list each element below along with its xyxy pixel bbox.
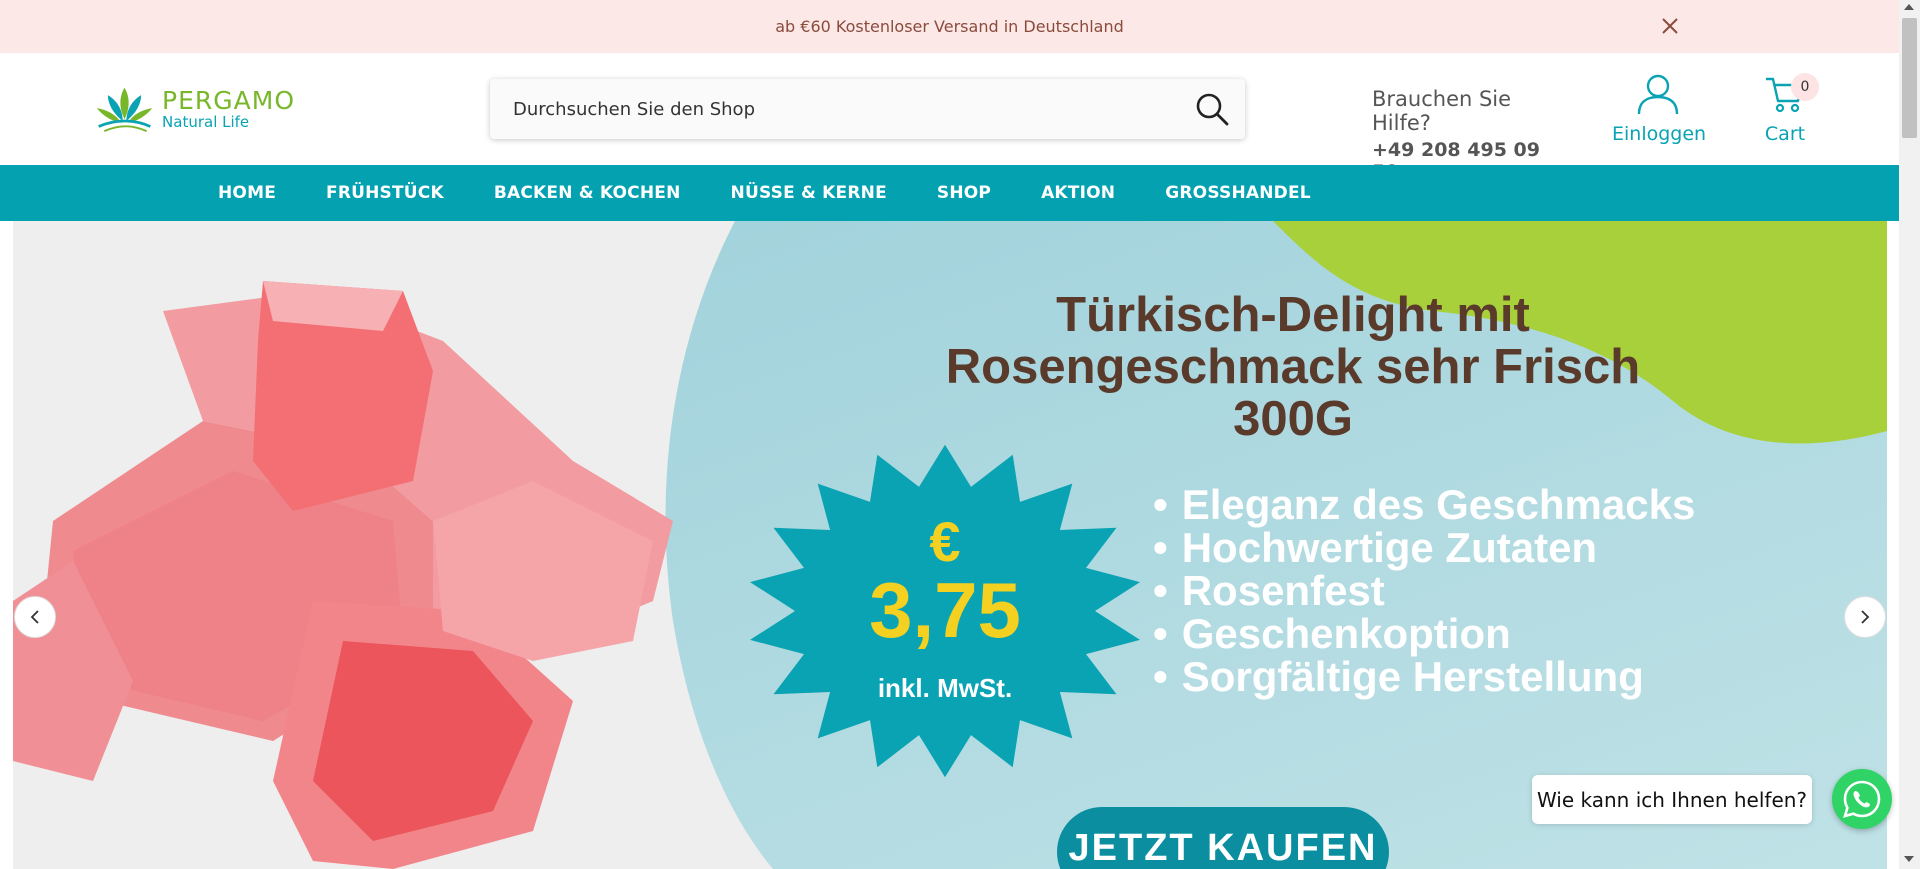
- hero-title: Türkisch-Delight mit Rosengeschmack sehr…: [873, 289, 1713, 445]
- login-label: Einloggen: [1612, 123, 1707, 145]
- chat-prompt-bubble[interactable]: Wie kann ich Ihnen helfen?: [1532, 775, 1812, 824]
- lotus-logo-icon: [96, 87, 153, 132]
- announcement-bar: ab €60 Kostenloser Versand in Deutschlan…: [0, 0, 1899, 53]
- hero-title-line-1: Türkisch-Delight mit: [1056, 288, 1530, 342]
- price-note: inkl. MwSt.: [877, 673, 1013, 703]
- search-bar: [490, 79, 1245, 139]
- logo[interactable]: PERGAMO Natural Life: [95, 82, 295, 136]
- login-button[interactable]: Einloggen: [1612, 73, 1707, 153]
- hero-bullet: Eleganz des Geschmacks: [1153, 483, 1696, 526]
- search-icon[interactable]: [1195, 92, 1229, 126]
- buy-now-button[interactable]: JETZT KAUFEN: [1057, 807, 1389, 869]
- hero-bullet: Hochwertige Zutaten: [1153, 526, 1695, 569]
- hero-title-line-2: Rosengeschmack sehr Frisch: [945, 340, 1641, 394]
- cart-label: Cart: [1764, 123, 1806, 145]
- cart-button[interactable]: Cart 0: [1757, 73, 1819, 153]
- scroll-up-arrow-icon[interactable]: [1904, 4, 1914, 10]
- help-label: Brauchen Sie Hilfe?: [1372, 87, 1512, 135]
- hero-bullet: Sorgfältige Herstellung: [1153, 655, 1695, 698]
- search-input[interactable]: [490, 79, 1150, 139]
- hero-banner[interactable]: Türkisch-Delight mit Rosengeschmack sehr…: [13, 221, 1887, 869]
- close-icon[interactable]: [1658, 14, 1682, 38]
- nav-item-shop[interactable]: SHOP: [937, 183, 991, 203]
- hero-bullet: Rosenfest: [1153, 569, 1695, 612]
- hero-bullet-list: Eleganz des Geschmacks Hochwertige Zutat…: [1153, 483, 1696, 698]
- hero-bullet: Geschenkoption: [1153, 612, 1695, 655]
- whatsapp-icon: [1843, 780, 1881, 818]
- hero-title-line-3: 300G: [1233, 392, 1353, 446]
- nav-item-grosshandel[interactable]: GROSSHANDEL: [1165, 183, 1311, 203]
- cart-count-badge: 0: [1791, 73, 1819, 101]
- nav-item-aktion[interactable]: AKTION: [1041, 183, 1115, 203]
- logo-name: PERGAMO: [162, 86, 295, 115]
- page-scrollbar[interactable]: [1899, 0, 1920, 869]
- main-nav: HOME FRÜHSTÜCK BACKEN & KOCHEN NÜSSE & K…: [0, 165, 1899, 221]
- logo-tagline: Natural Life: [162, 113, 250, 131]
- slider-prev-button[interactable]: [14, 596, 56, 638]
- nav-item-fruehstueck[interactable]: FRÜHSTÜCK: [326, 183, 444, 203]
- scrollbar-thumb[interactable]: [1902, 18, 1917, 138]
- site-header: PERGAMO Natural Life Brauchen Sie Hilfe?…: [0, 53, 1899, 183]
- user-icon: [1637, 74, 1679, 115]
- nav-item-backen-kochen[interactable]: BACKEN & KOCHEN: [494, 183, 681, 203]
- announcement-text: ab €60 Kostenloser Versand in Deutschlan…: [775, 17, 1124, 36]
- slider-next-button[interactable]: [1844, 596, 1886, 638]
- nav-item-nuesse-kerne[interactable]: NÜSSE & KERNE: [731, 183, 887, 203]
- price-value: 3,75: [869, 566, 1021, 654]
- nav-item-home[interactable]: HOME: [218, 183, 276, 203]
- chevron-right-icon: [1861, 610, 1870, 624]
- chevron-left-icon: [30, 610, 39, 624]
- whatsapp-button[interactable]: [1832, 769, 1892, 829]
- scroll-down-arrow-icon[interactable]: [1904, 856, 1914, 862]
